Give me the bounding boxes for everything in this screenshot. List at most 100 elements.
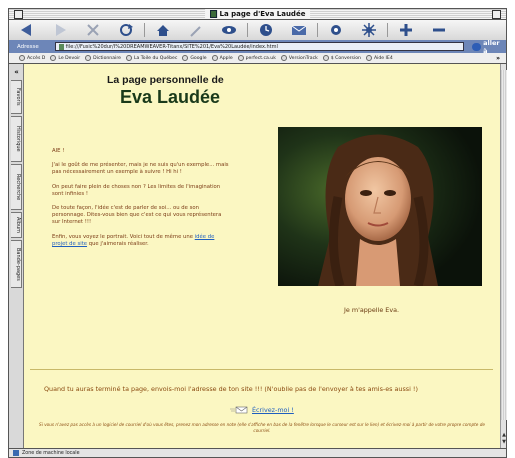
favorite-label: Le Devoir — [58, 55, 81, 61]
globe-icon — [85, 55, 92, 61]
intro-text: AIE ! J'ai le goût de me présenter, mais… — [52, 148, 230, 255]
refresh-icon — [120, 24, 133, 36]
close-box-icon[interactable] — [14, 10, 23, 19]
intro-text-part: que j'aimerais réaliser. — [87, 240, 149, 247]
email-link[interactable]: Écrivez-moi ! — [252, 406, 294, 414]
print-icon — [331, 25, 341, 35]
page-heading-subtitle: La page personnelle de — [107, 74, 224, 86]
scroll-up-arrow-icon[interactable]: ▲ — [501, 432, 507, 438]
globe-icon — [322, 55, 329, 61]
sidebar-tab-history[interactable]: Historique — [11, 116, 22, 162]
toolbar-separator — [144, 23, 145, 37]
email-footnote: Si vous n'avez pas accès à un logiciel d… — [39, 422, 485, 433]
window-title-text: La page d'Eva Laudée — [219, 10, 306, 18]
autofill-button[interactable] — [181, 21, 211, 39]
footer-message: Quand tu auras terminé ta page, envois-m… — [44, 385, 418, 393]
plus-icon — [400, 24, 412, 36]
favorite-item[interactable]: Dictionnaire — [85, 55, 121, 61]
favorites-more-button[interactable]: » — [496, 55, 500, 62]
sidebar-tab-search[interactable]: Recherche — [11, 164, 22, 210]
address-label: Adresse — [17, 43, 39, 50]
intro-paragraph: De toute façon, l'idée c'est de parler d… — [52, 205, 222, 226]
status-text: Zone de machine locale — [22, 450, 80, 456]
sidebar-tab-album[interactable]: Album — [11, 212, 22, 238]
back-button[interactable] — [12, 21, 42, 39]
minus-icon — [433, 28, 445, 32]
history-button[interactable] — [251, 21, 281, 39]
window-title: La page d'Eva Laudée — [204, 9, 311, 19]
favorite-item[interactable]: Le Devoir — [50, 55, 80, 61]
favorite-label: $ Conversion — [330, 55, 361, 61]
portrait-photo — [278, 127, 482, 286]
view-button[interactable] — [214, 21, 244, 39]
globe-icon — [125, 55, 132, 61]
mail-button[interactable] — [284, 21, 314, 39]
scrollbar-track[interactable] — [501, 70, 507, 420]
home-button[interactable] — [148, 21, 178, 39]
forward-button[interactable] — [45, 21, 75, 39]
favorite-item[interactable]: La Toile du Québec — [125, 55, 178, 61]
globe-icon — [19, 55, 25, 61]
address-url: file:///Fusic%20dur/I%20DREAMWEAVER-Tita… — [65, 43, 278, 50]
window-title-bar[interactable]: La page d'Eva Laudée — [8, 8, 507, 20]
scroll-down-arrow-icon[interactable]: ▼ — [501, 439, 507, 445]
favorites-bar: Accès D Le Devoir Dictionnaire La Toile … — [8, 53, 507, 64]
photo-caption: Je m'appelle Eva. — [344, 306, 400, 314]
zoom-box-icon[interactable] — [492, 10, 501, 19]
email-row: Écrivez-moi ! — [230, 406, 294, 414]
globe-icon — [237, 55, 244, 61]
text-bigger-button[interactable] — [391, 21, 421, 39]
horizontal-rule — [30, 369, 493, 370]
mail-icon — [291, 25, 307, 35]
preferences-button[interactable] — [354, 21, 384, 39]
toolbar-separator — [247, 23, 248, 37]
stop-button[interactable] — [78, 21, 108, 39]
text-smaller-button[interactable] — [424, 21, 454, 39]
address-bar: Adresse file:///Fusic%20dur/I%20DREAMWEA… — [8, 39, 507, 55]
status-bar: Zone de machine locale — [8, 448, 507, 458]
local-zone-icon — [13, 450, 19, 456]
intro-paragraph: On peut faire plein de choses non ? Les … — [52, 183, 221, 197]
sidebar-tab-favorites[interactable]: Favoris — [11, 80, 22, 114]
eye-icon — [222, 26, 236, 34]
page-icon — [58, 43, 64, 50]
favorite-item[interactable]: Aide IE4 — [365, 55, 393, 61]
favorite-label: Dictionnaire — [93, 55, 121, 61]
intro-text-part: Enfin, vous voyez le portrait. Voici tou… — [52, 233, 195, 240]
favorite-label: Accès D — [27, 55, 46, 61]
favorite-item[interactable]: Apple — [211, 55, 233, 61]
favorite-item[interactable]: VersionTrack — [280, 55, 318, 61]
favorite-item[interactable]: Google — [182, 55, 207, 61]
document-icon — [209, 10, 217, 18]
stop-icon — [87, 24, 99, 36]
address-field[interactable]: file:///Fusic%20dur/I%20DREAMWEAVER-Tita… — [54, 42, 465, 51]
refresh-button[interactable] — [111, 21, 141, 39]
web-page-content: La page personnelle de Eva Laudée AIE ! … — [24, 64, 500, 448]
print-button[interactable] — [321, 21, 351, 39]
globe-icon — [211, 55, 218, 61]
favorite-label: perfect.ca.uk — [245, 55, 276, 61]
document-icon — [365, 55, 372, 61]
favorite-item[interactable]: perfect.ca.uk — [237, 55, 276, 61]
favorite-label: Aide IE4 — [373, 55, 393, 61]
favorite-label: VersionTrack — [288, 55, 318, 61]
intro-paragraph: AIE ! — [52, 148, 65, 154]
favorite-item[interactable]: $ Conversion — [322, 55, 361, 61]
toolbar-separator — [317, 23, 318, 37]
intro-paragraph: Enfin, vous voyez le portrait. Voici tou… — [52, 234, 230, 248]
favorite-label: La Toile du Québec — [133, 55, 178, 61]
sidebar-collapse-button[interactable]: « — [11, 68, 22, 77]
explorer-sidebar: « Favoris Historique Recherche Album Ban… — [8, 64, 24, 448]
favorite-label: Apple — [219, 55, 233, 61]
forward-icon — [56, 24, 66, 36]
clock-icon — [260, 24, 272, 36]
favorite-item[interactable]: Accès D — [19, 55, 45, 61]
globe-icon — [280, 55, 287, 61]
vertical-scrollbar[interactable]: ▲ ▼ — [500, 64, 507, 448]
globe-icon — [50, 55, 57, 61]
sidebar-tab-page-holder[interactable]: Bande-pages — [11, 240, 22, 288]
envelope-icon — [230, 406, 248, 414]
page-title: Eva Laudée — [120, 87, 221, 107]
pen-icon — [190, 25, 201, 37]
intro-paragraph: J'ai le goût de me présenter, mais je ne… — [52, 162, 229, 176]
